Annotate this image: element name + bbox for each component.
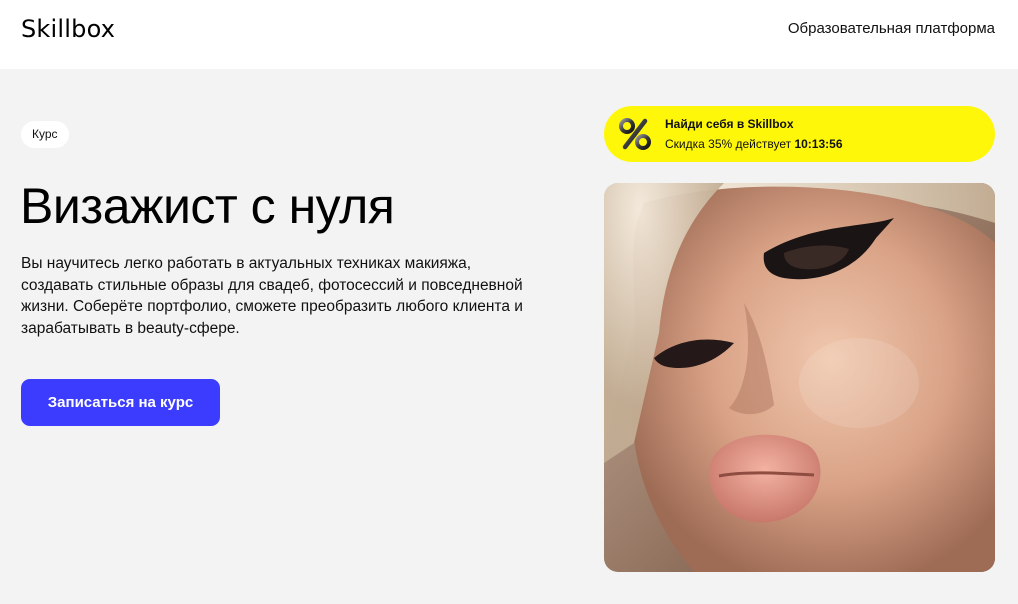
makeup-model-image (604, 183, 995, 572)
course-photo (604, 183, 995, 572)
site-header: Skillbox Образовательная платформа (0, 0, 1018, 69)
page-title: Визажист с нуля (20, 178, 395, 234)
promo-title: Найди себя в Skillbox (665, 117, 794, 131)
promo-discount: Скидка 35% действует 10:13:56 (665, 137, 843, 151)
hero-section: Курс Визажист с нуля Вы научитесь легко … (0, 69, 1018, 604)
percent-icon (618, 116, 652, 152)
course-description: Вы научитесь легко работать в актуальных… (21, 255, 523, 337)
course-badge: Курс (21, 121, 69, 148)
platform-link[interactable]: Образовательная платформа (788, 20, 995, 37)
countdown-timer: 10:13:56 (794, 137, 843, 151)
enroll-button[interactable]: Записаться на курс (21, 379, 220, 426)
discount-text: Скидка 35% действует (665, 137, 795, 151)
promo-banner[interactable]: Найди себя в Skillbox Скидка 35% действу… (604, 106, 995, 162)
skillbox-logo[interactable]: Skillbox (21, 15, 115, 43)
